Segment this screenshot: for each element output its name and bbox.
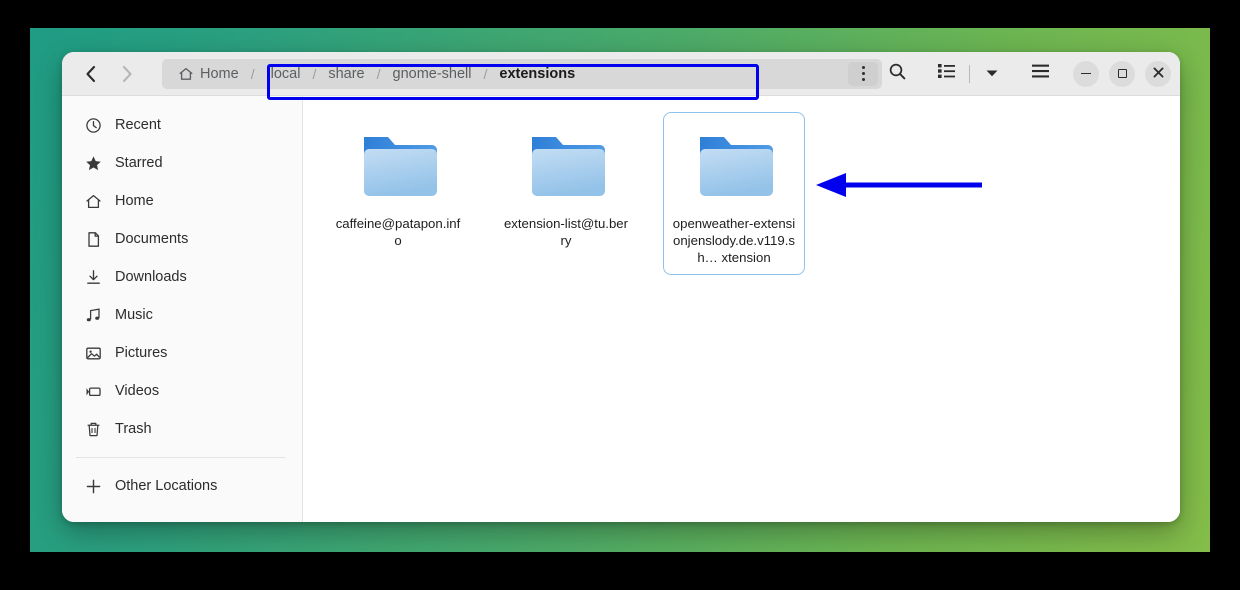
- sidebar-item-home[interactable]: Home: [62, 182, 302, 220]
- sidebar-item-label: Music: [115, 307, 153, 323]
- breadcrumb-label: extensions: [499, 65, 576, 82]
- sidebar-item-label: Other Locations: [115, 478, 218, 494]
- breadcrumb-item-gnome-shell[interactable]: gnome-shell: [389, 66, 476, 82]
- sidebar-item-label: Videos: [115, 383, 160, 399]
- search-icon: [888, 62, 907, 86]
- minimize-icon: [1081, 72, 1091, 75]
- view-options-button[interactable]: [977, 59, 1007, 89]
- picture-icon: [84, 344, 102, 362]
- close-icon: [1153, 65, 1164, 83]
- back-button[interactable]: [80, 63, 102, 85]
- breadcrumb-label: Home: [200, 65, 239, 82]
- sidebar-item-recent[interactable]: Recent: [62, 106, 302, 144]
- breadcrumb-item-home[interactable]: Home: [174, 66, 243, 82]
- file-item-caffeine[interactable]: caffeine@patapon.info: [327, 112, 469, 275]
- sidebar-item-other-locations[interactable]: Other Locations: [62, 467, 302, 505]
- view-list-button[interactable]: [932, 59, 962, 89]
- file-item-extension-list[interactable]: extension-list@tu.berry: [495, 112, 637, 275]
- sidebar-item-label: Documents: [115, 231, 189, 247]
- file-name: extension-list@tu.berry: [503, 216, 629, 248]
- download-icon: [84, 268, 102, 286]
- home-icon: [178, 66, 194, 82]
- breadcrumb-separator: /: [376, 65, 381, 82]
- folder-icon: [686, 123, 782, 203]
- header-right-controls: [882, 59, 1173, 89]
- sidebar-item-downloads[interactable]: Downloads: [62, 258, 302, 296]
- breadcrumb-label: .local: [266, 65, 301, 82]
- music-note-icon: [84, 306, 102, 324]
- sidebar-item-trash[interactable]: Trash: [62, 410, 302, 448]
- folder-icon: [518, 123, 614, 203]
- chevron-down-icon: [985, 65, 999, 83]
- sidebar-item-music[interactable]: Music: [62, 296, 302, 334]
- clock-icon: [84, 116, 102, 134]
- navigation-buttons: [72, 63, 138, 85]
- window-header-bar: Home / .local / share / gnome-shell / ex…: [62, 52, 1180, 100]
- toolbar-divider: [969, 64, 970, 83]
- sidebar-divider: [76, 457, 286, 458]
- file-name: openweather-extensionjenslody.de.v119.sh…: [672, 216, 796, 265]
- forward-button[interactable]: [116, 63, 138, 85]
- close-button[interactable]: [1145, 60, 1171, 87]
- file-grid-area: caffeine@patapon.info extension-list@tu.…: [303, 96, 1180, 522]
- search-button[interactable]: [882, 59, 912, 89]
- plus-icon: [84, 477, 102, 495]
- breadcrumb-separator: /: [312, 65, 317, 82]
- breadcrumb-path-bar[interactable]: Home / .local / share / gnome-shell / ex…: [162, 58, 882, 100]
- maximize-icon: [1117, 69, 1127, 78]
- breadcrumb-separator: /: [483, 65, 488, 82]
- sidebar-item-label: Starred: [115, 155, 163, 171]
- vertical-dots-icon: [861, 65, 865, 83]
- breadcrumb: Home / .local / share / gnome-shell / ex…: [162, 59, 579, 89]
- minimize-button[interactable]: [1073, 60, 1099, 87]
- home-icon: [84, 192, 102, 210]
- sidebar-item-documents[interactable]: Documents: [62, 220, 302, 258]
- breadcrumb-label: gnome-shell: [392, 65, 472, 82]
- breadcrumb-item-share[interactable]: share: [324, 66, 368, 82]
- sidebar-item-label: Pictures: [115, 345, 168, 361]
- folder-icon: [350, 123, 446, 203]
- sidebar-item-starred[interactable]: Starred: [62, 144, 302, 182]
- star-icon: [84, 154, 102, 172]
- trash-icon: [84, 420, 102, 438]
- sidebar-item-label: Recent: [115, 117, 161, 133]
- path-options-button[interactable]: [848, 61, 878, 86]
- breadcrumb-label: share: [328, 65, 365, 82]
- hamburger-menu-icon: [1031, 63, 1050, 84]
- file-item-openweather[interactable]: openweather-extensionjenslody.de.v119.sh…: [663, 112, 805, 275]
- sidebar-item-pictures[interactable]: Pictures: [62, 334, 302, 372]
- main-menu-button[interactable]: [1025, 59, 1055, 89]
- file-grid: caffeine@patapon.info extension-list@tu.…: [303, 112, 1180, 275]
- breadcrumb-separator: /: [250, 65, 255, 82]
- video-icon: [84, 382, 102, 400]
- sidebar-item-label: Home: [115, 193, 154, 209]
- file-name: caffeine@patapon.info: [335, 216, 461, 248]
- breadcrumb-item-extensions[interactable]: extensions: [495, 66, 579, 82]
- sidebar-item-videos[interactable]: Videos: [62, 372, 302, 410]
- file-manager-window: Home / .local / share / gnome-shell / ex…: [62, 52, 1180, 522]
- screen: Home / .local / share / gnome-shell / ex…: [0, 0, 1240, 590]
- maximize-button[interactable]: [1109, 60, 1135, 87]
- sidebar-item-label: Downloads: [115, 269, 187, 285]
- window-body: Recent Starred Home Documents Downloads …: [62, 96, 1180, 522]
- document-icon: [84, 230, 102, 248]
- breadcrumb-item-local[interactable]: .local: [263, 66, 305, 82]
- sidebar-item-label: Trash: [115, 421, 152, 437]
- sidebar: Recent Starred Home Documents Downloads …: [62, 96, 303, 522]
- list-view-icon: [938, 63, 956, 84]
